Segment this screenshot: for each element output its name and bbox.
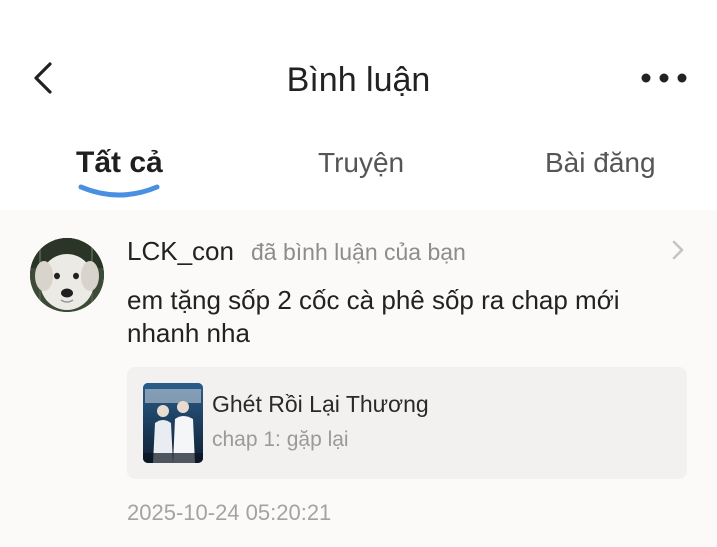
story-card[interactable]: Ghét Rồi Lại Thương chap 1: gặp lại (127, 367, 687, 479)
avatar[interactable] (30, 238, 104, 312)
chevron-right-icon[interactable] (668, 238, 688, 262)
active-tab-indicator (78, 184, 160, 198)
tab-all[interactable]: Tất cả (76, 144, 163, 182)
comment-text: em tặng sốp 2 cốc cà phê sốp ra chap mới… (127, 285, 620, 348)
story-chapter: chap 1: gặp lại (212, 428, 349, 451)
notification-list: LCK_con đã bình luận của bạn em tặng sốp… (0, 210, 717, 547)
action-text: đã bình luận của bạn (251, 239, 466, 265)
tab-story[interactable]: Truyện (318, 144, 404, 182)
tab-bar: Tất cả Truyện Bài đăng (0, 130, 717, 210)
story-title: Ghét Rồi Lại Thương (212, 391, 429, 417)
header: Bình luận (0, 0, 717, 130)
dog-avatar-image (30, 238, 104, 312)
more-horizontal-icon (641, 73, 687, 83)
more-button[interactable] (638, 60, 690, 96)
story-cover-image (143, 383, 203, 463)
page-title: Bình luận (286, 61, 431, 99)
username-link[interactable]: LCK_con (127, 234, 234, 268)
tab-post[interactable]: Bài đăng (545, 144, 656, 182)
timestamp: 2025-10-24 05:20:21 (127, 500, 332, 525)
